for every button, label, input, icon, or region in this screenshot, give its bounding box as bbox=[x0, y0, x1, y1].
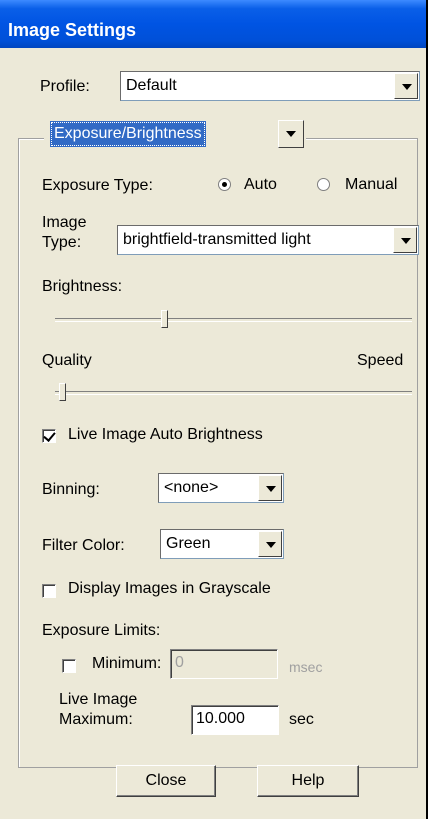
quality-speed-slider-thumb[interactable] bbox=[59, 383, 66, 401]
exposure-auto-label: Auto bbox=[244, 176, 277, 193]
binning-value: <none> bbox=[164, 479, 219, 496]
chevron-down-icon[interactable] bbox=[258, 475, 282, 501]
chevron-down-icon[interactable] bbox=[258, 531, 282, 557]
window-title: Image Settings bbox=[8, 20, 137, 40]
minimum-unit: msec bbox=[289, 659, 323, 675]
grayscale-checkbox[interactable] bbox=[42, 584, 56, 598]
minimum-checkbox[interactable] bbox=[62, 659, 76, 673]
minimum-value: 0 bbox=[175, 654, 184, 671]
binning-label: Binning: bbox=[42, 481, 100, 498]
chevron-down-icon[interactable] bbox=[393, 227, 417, 253]
exposure-manual-radio[interactable] bbox=[317, 178, 330, 191]
speed-label: Speed bbox=[357, 352, 404, 369]
chevron-down-icon[interactable] bbox=[394, 73, 418, 99]
quality-label: Quality bbox=[42, 352, 92, 369]
exposure-auto-radio[interactable] bbox=[218, 178, 231, 191]
panel-selector[interactable]: Exposure/Brightness bbox=[44, 119, 306, 149]
grayscale-label: Display Images in Grayscale bbox=[68, 580, 271, 597]
profile-value: Default bbox=[126, 77, 177, 94]
image-type-dropdown[interactable]: brightfield-transmitted light bbox=[117, 225, 419, 255]
image-settings-window: Image Settings Profile: Default Exposure… bbox=[0, 0, 428, 819]
close-button[interactable]: Close bbox=[116, 765, 216, 797]
minimum-field[interactable]: 0 bbox=[170, 649, 278, 679]
filter-color-value: Green bbox=[166, 535, 211, 552]
binning-dropdown[interactable]: <none> bbox=[158, 473, 284, 503]
brightness-slider-thumb[interactable] bbox=[161, 310, 168, 328]
live-auto-brightness-checkbox[interactable] bbox=[42, 429, 56, 443]
image-type-value: brightfield-transmitted light bbox=[123, 231, 311, 248]
profile-dropdown[interactable]: Default bbox=[120, 71, 420, 101]
chevron-down-icon[interactable] bbox=[278, 120, 304, 148]
image-type-label-line1: Image bbox=[42, 214, 87, 231]
brightness-slider-track[interactable] bbox=[55, 318, 412, 322]
maximum-label-line2: Maximum: bbox=[59, 711, 133, 728]
maximum-field[interactable]: 10.000 bbox=[191, 705, 279, 735]
minimum-label: Minimum: bbox=[92, 655, 162, 672]
maximum-value: 10.000 bbox=[196, 710, 245, 727]
exposure-type-label: Exposure Type: bbox=[42, 177, 153, 194]
quality-speed-slider-track[interactable] bbox=[55, 391, 412, 395]
live-auto-brightness-label: Live Image Auto Brightness bbox=[68, 426, 263, 443]
filter-color-dropdown[interactable]: Green bbox=[160, 529, 284, 559]
image-type-label-line2: Type: bbox=[42, 234, 82, 251]
maximum-unit: sec bbox=[289, 711, 314, 728]
exposure-manual-label: Manual bbox=[345, 176, 398, 193]
brightness-label: Brightness: bbox=[42, 278, 123, 295]
title-bar[interactable]: Image Settings bbox=[0, 0, 426, 48]
exposure-limits-label: Exposure Limits: bbox=[42, 622, 161, 639]
profile-label: Profile: bbox=[40, 78, 90, 95]
panel-selector-value: Exposure/Brightness bbox=[50, 121, 206, 147]
filter-color-label: Filter Color: bbox=[42, 537, 125, 554]
help-button[interactable]: Help bbox=[257, 765, 359, 797]
maximum-label-line1: Live Image bbox=[59, 691, 138, 708]
